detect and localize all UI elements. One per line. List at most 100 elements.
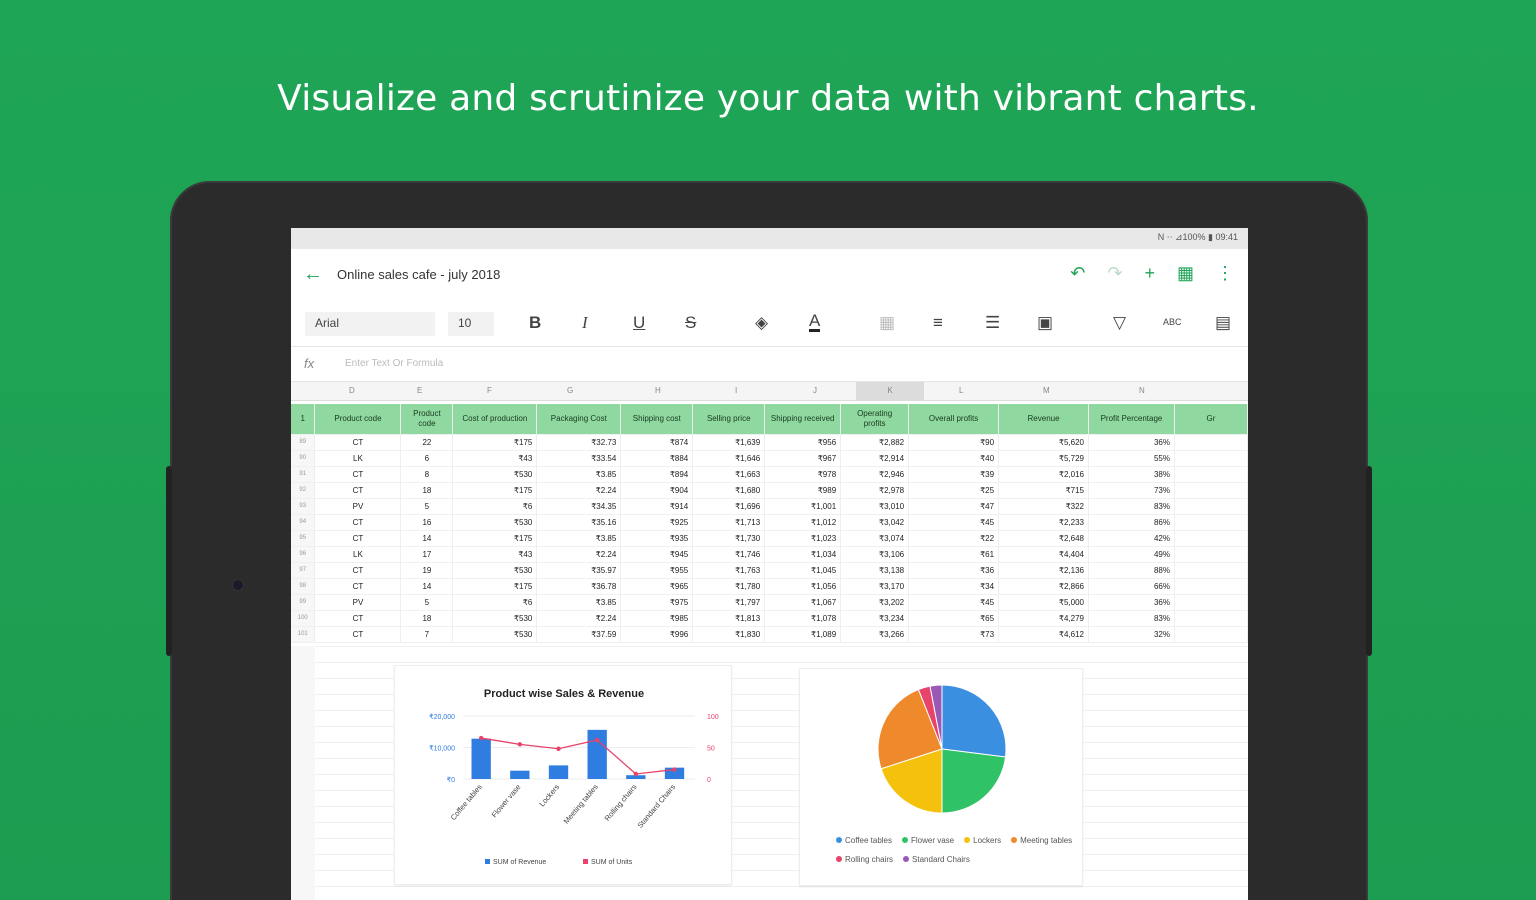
cell[interactable]: ₹2.24	[536, 546, 622, 563]
cell[interactable]: CT	[314, 530, 402, 547]
cell[interactable]: ₹1,056	[764, 578, 842, 595]
row-number[interactable]: 101	[291, 626, 316, 643]
font-size-select[interactable]: 10	[448, 312, 494, 336]
row-number[interactable]: 96	[291, 546, 316, 563]
header-cell[interactable]: Shipping received	[764, 404, 842, 435]
cell[interactable]	[1174, 546, 1248, 563]
cell[interactable]: 18	[400, 482, 454, 499]
cell[interactable]: CT	[314, 514, 402, 531]
cell[interactable]: ₹2,914	[840, 450, 910, 467]
cell[interactable]: ₹530	[452, 610, 538, 627]
cell[interactable]: 36%	[1088, 594, 1175, 611]
cell[interactable]: ₹175	[452, 434, 538, 451]
cell[interactable]	[1174, 434, 1248, 451]
cell[interactable]: ₹1,001	[764, 498, 842, 515]
header-cell[interactable]: Gr	[1174, 404, 1248, 435]
merge-cells-icon[interactable]: ▣	[1037, 313, 1053, 333]
cell[interactable]: ₹32.73	[536, 434, 622, 451]
cell[interactable]: 17	[400, 546, 454, 563]
row-number[interactable]: 94	[291, 514, 316, 531]
combo-chart-card[interactable]: Product wise Sales & Revenue ₹0 ₹10,000 ₹20…	[394, 665, 732, 885]
cell[interactable]: ₹3,042	[840, 514, 910, 531]
cell[interactable]: 14	[400, 578, 454, 595]
cell[interactable]: ₹1,663	[692, 466, 766, 483]
formula-input[interactable]: Enter Text Or Formula	[345, 358, 443, 369]
row-number[interactable]: 100	[291, 610, 316, 627]
cell[interactable]: ₹1,680	[692, 482, 766, 499]
cell[interactable]: ₹3,202	[840, 594, 910, 611]
row-number[interactable]: 1	[291, 404, 316, 435]
cell[interactable]: ₹1,696	[692, 498, 766, 515]
undo-icon[interactable]: ↶	[1070, 263, 1085, 284]
cell[interactable]: ₹2,648	[998, 530, 1089, 547]
cell[interactable]: ₹5,729	[998, 450, 1089, 467]
row-number[interactable]: 92	[291, 482, 316, 499]
cell[interactable]: ₹956	[764, 434, 842, 451]
cell[interactable]: ₹2,233	[998, 514, 1089, 531]
header-cell[interactable]: Cost of production	[452, 404, 538, 435]
cell[interactable]: ₹3,138	[840, 562, 910, 579]
cell[interactable]: ₹61	[908, 546, 1000, 563]
cell[interactable]: ₹715	[998, 482, 1089, 499]
cell[interactable]: LK	[314, 450, 402, 467]
cell[interactable]: 36%	[1088, 434, 1175, 451]
column-header[interactable]: J	[813, 386, 817, 395]
cell[interactable]: ₹45	[908, 514, 1000, 531]
row-number[interactable]: 97	[291, 562, 316, 579]
cell[interactable]	[1174, 530, 1248, 547]
back-arrow-icon[interactable]: ←	[303, 263, 323, 286]
cell[interactable]: ₹1,813	[692, 610, 766, 627]
cell[interactable]: 6	[400, 450, 454, 467]
fill-color-icon[interactable]: ◈	[755, 313, 768, 333]
cell[interactable]: CT	[314, 434, 402, 451]
column-header[interactable]: H	[655, 386, 661, 395]
cell[interactable]: CT	[314, 578, 402, 595]
cell[interactable]: ₹5,000	[998, 594, 1089, 611]
sheet-view-icon[interactable]: ▦	[1177, 263, 1194, 284]
cell[interactable]: 42%	[1088, 530, 1175, 547]
cell[interactable]: ₹43	[452, 546, 538, 563]
column-header[interactable]: D	[349, 386, 355, 395]
cell[interactable]: ₹36	[908, 562, 1000, 579]
header-cell[interactable]: Overall profits	[908, 404, 1000, 435]
cell[interactable]: 83%	[1088, 498, 1175, 515]
cell[interactable]: ₹1,797	[692, 594, 766, 611]
cell[interactable]: ₹989	[764, 482, 842, 499]
cell[interactable]: ₹6	[452, 594, 538, 611]
cell[interactable]: ₹90	[908, 434, 1000, 451]
redo-icon[interactable]: ↷	[1107, 263, 1122, 284]
wrap-text-icon[interactable]: ☰	[985, 313, 1000, 333]
cell[interactable]: ₹530	[452, 626, 538, 643]
cell[interactable]: ₹2,882	[840, 434, 910, 451]
cell[interactable]: CT	[314, 562, 402, 579]
underline-button[interactable]: U	[633, 313, 645, 333]
cell[interactable]: ₹874	[620, 434, 694, 451]
cell[interactable]: ₹967	[764, 450, 842, 467]
cell[interactable]: ₹4,279	[998, 610, 1089, 627]
row-number[interactable]: 98	[291, 578, 316, 595]
cell[interactable]: 49%	[1088, 546, 1175, 563]
cell[interactable]: 7	[400, 626, 454, 643]
cell[interactable]: ₹914	[620, 498, 694, 515]
cell[interactable]: ₹45	[908, 594, 1000, 611]
cell[interactable]: ₹1,730	[692, 530, 766, 547]
cell[interactable]: ₹35.97	[536, 562, 622, 579]
header-cell[interactable]: Packaging Cost	[536, 404, 622, 435]
cell[interactable]: CT	[314, 482, 402, 499]
cell[interactable]: ₹925	[620, 514, 694, 531]
borders-icon[interactable]: ▦	[879, 313, 895, 333]
row-number[interactable]: 90	[291, 450, 316, 467]
cell[interactable]: ₹33.54	[536, 450, 622, 467]
cell[interactable]: ₹955	[620, 562, 694, 579]
cell[interactable]: ₹1,034	[764, 546, 842, 563]
align-icon[interactable]: ≡	[933, 313, 943, 333]
italic-button[interactable]: I	[582, 313, 588, 333]
column-header[interactable]: G	[567, 386, 573, 395]
font-family-select[interactable]: Arial	[305, 312, 435, 336]
cell[interactable]: ₹945	[620, 546, 694, 563]
cell[interactable]	[1174, 594, 1248, 611]
cell[interactable]: PV	[314, 594, 402, 611]
add-icon[interactable]: +	[1144, 263, 1155, 284]
cell[interactable]: ₹40	[908, 450, 1000, 467]
cell[interactable]	[1174, 626, 1248, 643]
